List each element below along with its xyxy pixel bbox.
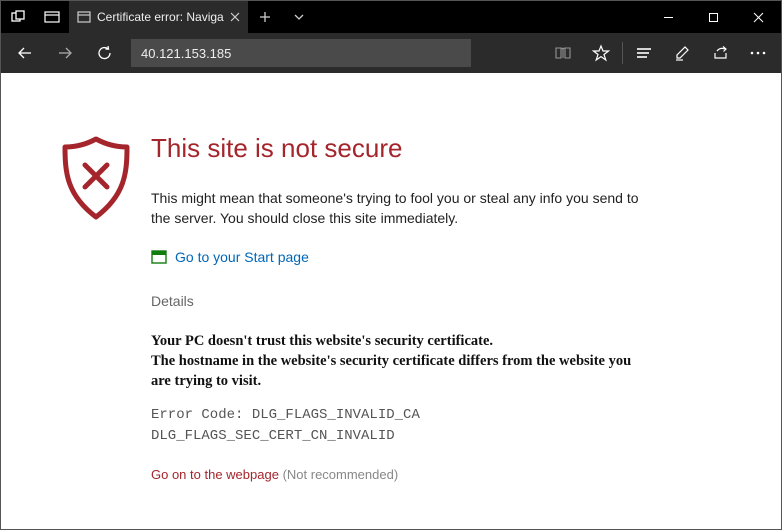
- new-tab-button[interactable]: [248, 1, 282, 33]
- toolbar-separator: [622, 42, 623, 64]
- proceed-row: Go on to the webpage (Not recommended): [151, 467, 651, 482]
- browser-tab[interactable]: Certificate error: Naviga: [69, 1, 248, 33]
- tab-preview-icon[interactable]: [35, 1, 69, 33]
- tab-actions-icon[interactable]: [1, 1, 35, 33]
- error-code-block: Error Code: DLG_FLAGS_INVALID_CA DLG_FLA…: [151, 405, 651, 447]
- tab-title: Certificate error: Naviga: [97, 10, 224, 24]
- page-heading: This site is not secure: [151, 133, 651, 164]
- error-code-line-1: Error Code: DLG_FLAGS_INVALID_CA: [151, 405, 651, 426]
- maximize-button[interactable]: [691, 1, 736, 33]
- more-icon[interactable]: [739, 33, 777, 73]
- window-titlebar: Certificate error: Naviga: [1, 1, 781, 33]
- favorite-icon[interactable]: [582, 33, 620, 73]
- reading-view-icon[interactable]: [544, 33, 582, 73]
- start-page-link[interactable]: Go to your Start page: [175, 249, 309, 265]
- close-button[interactable]: [736, 1, 781, 33]
- shield-error-icon: [55, 133, 137, 482]
- tab-close-icon[interactable]: [230, 12, 240, 22]
- url-text: 40.121.153.185: [141, 46, 231, 61]
- minimize-button[interactable]: [646, 1, 691, 33]
- start-page-icon: [151, 250, 167, 264]
- share-icon[interactable]: [701, 33, 739, 73]
- details-line-2: The hostname in the website's security c…: [151, 351, 651, 392]
- url-input[interactable]: 40.121.153.185: [131, 39, 471, 67]
- forward-button[interactable]: [45, 33, 85, 73]
- warning-description: This might mean that someone's trying to…: [151, 188, 651, 229]
- error-code-line-2: DLG_FLAGS_SEC_CERT_CN_INVALID: [151, 426, 651, 447]
- back-button[interactable]: [5, 33, 45, 73]
- refresh-button[interactable]: [85, 33, 125, 73]
- details-text: Your PC doesn't trust this website's sec…: [151, 331, 651, 392]
- address-bar: 40.121.153.185: [1, 33, 781, 73]
- page-content: This site is not secure This might mean …: [1, 73, 781, 482]
- proceed-link[interactable]: Go on to the webpage: [151, 467, 279, 482]
- notes-icon[interactable]: [663, 33, 701, 73]
- reading-list-icon[interactable]: [625, 33, 663, 73]
- chevron-down-icon[interactable]: [282, 1, 316, 33]
- tab-cert-error-icon: [77, 10, 91, 24]
- details-line-1: Your PC doesn't trust this website's sec…: [151, 331, 651, 351]
- details-toggle[interactable]: Details: [151, 293, 651, 309]
- not-recommended-label: (Not recommended): [283, 467, 399, 482]
